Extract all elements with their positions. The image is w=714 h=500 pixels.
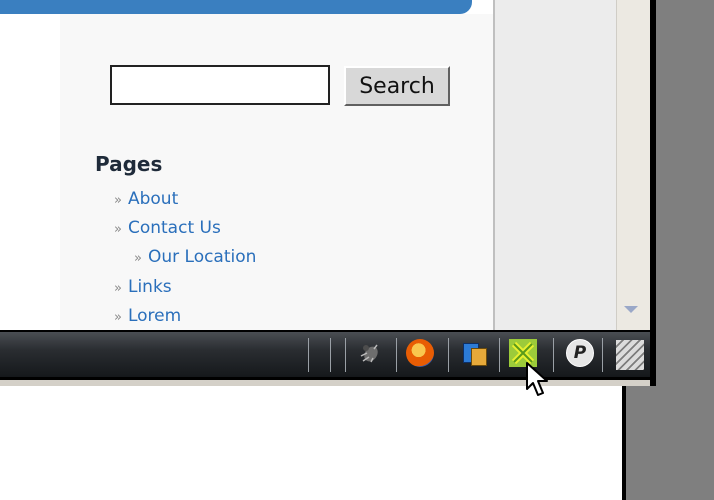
page-link-links[interactable]: » Links bbox=[114, 277, 172, 297]
page-link-label: Contact Us bbox=[127, 218, 221, 238]
page-link-contact-us[interactable]: » Contact Us bbox=[114, 218, 221, 238]
search-button[interactable]: Search bbox=[344, 66, 450, 106]
bug-icon-graphic bbox=[360, 344, 378, 363]
page-content: Search Pages » About » Contact Us » Our Loc… bbox=[0, 0, 616, 330]
vertical-scrollbar[interactable] bbox=[616, 0, 651, 330]
search-input[interactable] bbox=[110, 65, 330, 105]
firefox-icon[interactable] bbox=[406, 339, 434, 367]
page-link-about[interactable]: » About bbox=[114, 189, 178, 209]
bullet-icon: » bbox=[114, 281, 122, 296]
mouse-cursor-icon bbox=[526, 362, 548, 396]
page-link-label: Our Location bbox=[147, 247, 257, 267]
tray-separator bbox=[553, 338, 554, 372]
tray-separator bbox=[602, 338, 603, 372]
pages-heading: Pages bbox=[95, 152, 163, 176]
p-icon[interactable]: P bbox=[566, 339, 594, 367]
bullet-icon: » bbox=[134, 251, 142, 266]
bullet-icon: » bbox=[114, 310, 122, 325]
tray-separator bbox=[396, 338, 397, 372]
tray-separator bbox=[330, 338, 331, 372]
app-icon-window bbox=[471, 348, 487, 366]
tray-separator bbox=[308, 338, 309, 372]
page-link-label: Lorem bbox=[127, 306, 182, 326]
desktop-edge bbox=[622, 385, 626, 500]
site-header-bar bbox=[0, 0, 472, 14]
resize-grip-icon[interactable] bbox=[616, 340, 644, 370]
page-link-label: About bbox=[127, 189, 179, 209]
page-link-lorem[interactable]: » Lorem bbox=[114, 306, 181, 326]
bullet-icon: » bbox=[114, 193, 122, 208]
app-icon[interactable] bbox=[459, 339, 487, 367]
tray-separator bbox=[345, 338, 346, 372]
tray-separator bbox=[448, 338, 449, 372]
page-link-label: Links bbox=[127, 277, 172, 297]
window-border bbox=[650, 0, 656, 386]
tray-separator bbox=[499, 338, 500, 372]
right-panel bbox=[495, 0, 616, 330]
bullet-icon: » bbox=[114, 222, 122, 237]
bug-icon[interactable] bbox=[356, 339, 384, 367]
page-link-our-location[interactable]: » Our Location bbox=[134, 247, 256, 267]
scroll-down-arrow-icon[interactable] bbox=[624, 306, 638, 313]
browser-window: Search Pages » About » Contact Us » Our Loc… bbox=[0, 0, 656, 386]
